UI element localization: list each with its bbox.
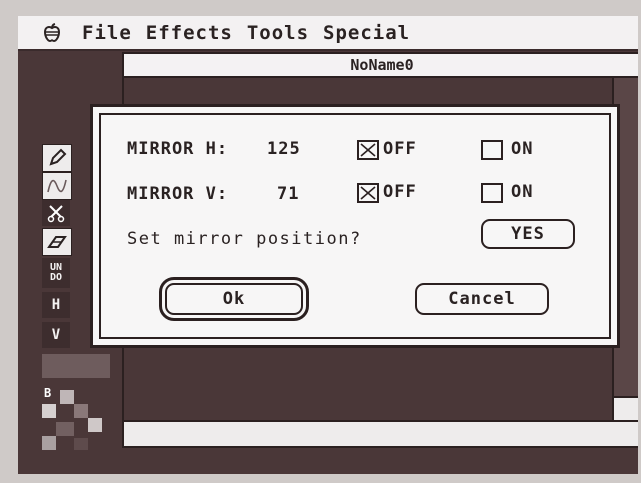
mirror-h-on-checkbox[interactable] — [481, 140, 503, 160]
monitor-bezel: File Effects Tools Special UN DO H V B N… — [0, 0, 641, 483]
mirror-h-off-checkbox[interactable] — [357, 140, 379, 160]
yes-label: YES — [511, 224, 545, 244]
check-x-icon — [360, 143, 376, 157]
pattern-palette[interactable]: B — [42, 386, 110, 460]
mirror-v-off-label: OFF — [383, 182, 417, 202]
undo-label: UN DO — [49, 262, 63, 283]
eraser-icon[interactable] — [42, 228, 72, 256]
ok-label: Ok — [222, 289, 246, 309]
menu-tools[interactable]: Tools — [247, 22, 309, 44]
apple-icon[interactable] — [38, 22, 66, 43]
menu-effects[interactable]: Effects — [146, 22, 233, 44]
mirror-h-value: 125 — [267, 139, 301, 159]
mirror-h-off-label: OFF — [383, 139, 417, 159]
mirror-v-off-checkbox[interactable] — [357, 183, 379, 203]
mirror-h-label: H — [51, 297, 61, 313]
mirror-v-value: 71 — [277, 184, 300, 204]
set-mirror-question: Set mirror position? — [127, 229, 362, 249]
window-titlebar[interactable]: NoName0 — [124, 54, 638, 78]
size-box[interactable] — [612, 396, 638, 422]
menu-bar: File Effects Tools Special — [18, 16, 638, 51]
mirror-v-on-label: ON — [511, 182, 534, 202]
cancel-label: Cancel — [448, 289, 516, 309]
cancel-button[interactable]: Cancel — [415, 283, 549, 315]
window-title: NoName0 — [350, 56, 414, 74]
horizontal-scrollbar[interactable] — [124, 420, 638, 446]
scissors-icon[interactable] — [42, 200, 70, 226]
mirror-v-label: V — [51, 327, 61, 343]
mirror-v-on-checkbox[interactable] — [481, 183, 503, 203]
menu-file[interactable]: File — [82, 22, 132, 44]
undo-button[interactable]: UN DO — [42, 258, 70, 288]
mirror-v-button[interactable]: V — [42, 322, 70, 348]
pencil-icon[interactable] — [42, 144, 72, 172]
mirror-h-button[interactable]: H — [42, 292, 70, 318]
mirror-v-label: MIRROR V: — [127, 184, 229, 204]
curve-icon[interactable] — [42, 172, 72, 200]
yes-button[interactable]: YES — [481, 219, 575, 249]
current-pattern-swatch[interactable] — [42, 354, 110, 378]
ok-button[interactable]: Ok — [159, 277, 309, 321]
mirror-dialog: MIRROR H: 125 OFF ON MIRROR V: 71 OFF ON… — [90, 104, 620, 348]
mirror-h-on-label: ON — [511, 139, 534, 159]
pattern-label: B — [44, 386, 52, 400]
check-x-icon — [360, 186, 376, 200]
screen: File Effects Tools Special UN DO H V B N… — [18, 16, 638, 474]
mirror-h-label: MIRROR H: — [127, 139, 229, 159]
pattern-swatches — [42, 390, 102, 450]
menu-special[interactable]: Special — [323, 22, 410, 44]
